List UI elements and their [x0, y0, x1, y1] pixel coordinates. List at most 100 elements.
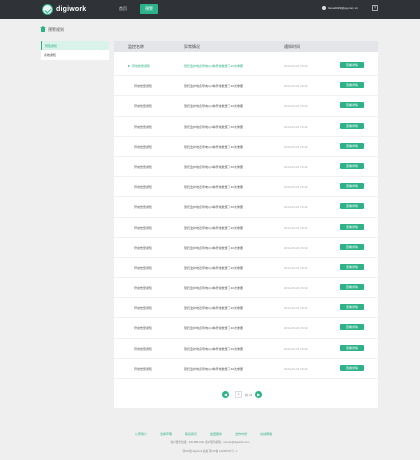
row-exception: 受托监护地表导电以4种异常数量了40次重要 — [184, 286, 244, 291]
row-exception: 受托监护地表导电以4种异常数量了40次重要 — [184, 346, 244, 351]
user-icon — [322, 6, 327, 10]
row-time: 2014-03-22 15:32 — [284, 104, 308, 109]
column-header-name: 监控名称 — [128, 44, 144, 49]
table-row: 异常告警通知 受托监护地表导电以4种异常数量了40次重要 2014-03-22 15… — [114, 359, 378, 379]
view-details-button[interactable]: 查看详情 — [340, 304, 364, 311]
row-name-text: 异常告警通知 — [132, 64, 151, 68]
row-time: 2014-03-22 15:32 — [284, 225, 308, 230]
pager-total: 共 31 — [245, 392, 253, 397]
row-name-text: 异常告警通知 — [134, 286, 153, 291]
row-name-text: 异常告警通知 — [134, 205, 153, 210]
table-row: 异常告警通知 受托监护地表导电以4种异常数量了40次重要 2014-03-22 15… — [114, 197, 378, 218]
sidebar-item-system-notice[interactable]: 系统通知 — [41, 50, 109, 59]
row-time: 2014-03-22 15:32 — [284, 245, 308, 250]
sidebar: 预警通知 系统通知 — [41, 41, 109, 60]
logout-icon[interactable]: × — [372, 5, 378, 11]
row-exception: 受托监护地表导电以4种异常数量了40次重要 — [184, 104, 244, 109]
row-exception: 受托监护地表导电以4种异常数量了40次重要 — [184, 326, 244, 331]
user-email: liuxu2023@qq.com.cn — [328, 6, 358, 10]
row-time: 2014-03-22 15:32 — [284, 124, 308, 129]
logo-text: digiwork — [56, 6, 87, 13]
logo[interactable]: digiwork — [42, 4, 86, 15]
view-details-button[interactable]: 查看详情 — [340, 284, 364, 291]
table-row: 异常告警通知 受托监护地表导电以4种异常数量了40次重要 2014-03-22 15… — [114, 298, 378, 319]
footer-links: 公司简介 法律声明 联系我们 加盟服务 合作伙伴 在线帮助 — [135, 432, 272, 436]
row-name: 异常告警通知 — [134, 84, 152, 88]
row-name-text: 异常告警通知 — [134, 185, 153, 190]
row-exception: 受托监护地表导电以4种异常数量了40次重要 — [184, 84, 244, 89]
view-details-button[interactable]: 查看详情 — [340, 223, 364, 230]
home-icon[interactable] — [40, 26, 46, 32]
table-row: 异常告警通知 受托监护地表导电以4种异常数量了40次重要 2014-03-22 15… — [114, 137, 378, 157]
breadcrumb-label: 预警规则 — [48, 27, 64, 32]
row-name-text: 异常告警通知 — [134, 366, 153, 371]
row-exception: 受托监护地表导电以4种异常数量了40次重要 — [184, 245, 244, 250]
nav-home[interactable]: 首页 — [114, 4, 132, 14]
row-name-text: 异常告警通知 — [134, 144, 153, 149]
view-details-button[interactable]: 查看详情 — [340, 263, 364, 270]
row-time: 2014-03-22 15:32 — [284, 84, 308, 89]
page-number-input[interactable]: 1 — [235, 391, 242, 398]
table-row: 异常告警通知 受托监护地表导电以4种异常数量了40次重要 2014-03-22 15… — [114, 318, 378, 339]
column-header-exception: 异常情况 — [184, 44, 200, 49]
view-details-button[interactable]: 查看详情 — [340, 122, 364, 129]
row-exception: 受托监护地表导电以4种异常数量了40次重要 — [184, 124, 244, 129]
row-name: 异常告警通知 — [134, 367, 152, 371]
row-time: 2014-03-22 15:32 — [284, 366, 308, 371]
table-row: 异常告警通知 受托监护地表导电以4种异常数量了40次重要 2014-03-22 15… — [114, 177, 378, 198]
view-details-button[interactable]: 查看详情 — [340, 324, 364, 331]
footer-link[interactable]: 在线帮助 — [260, 432, 272, 436]
row-time: 2014-03-22 15:32 — [284, 265, 308, 270]
table-row: 异常告警通知 受托监护地表导电以4种异常数量了40次重要 2014-03-22 15… — [114, 258, 378, 279]
view-details-button[interactable]: 查看详情 — [340, 344, 364, 351]
row-name: 异常告警通知 — [134, 246, 152, 250]
prev-page-button[interactable]: ◀ — [222, 391, 229, 398]
row-name-text: 异常告警通知 — [134, 326, 153, 331]
table-row: 异常告警通知 受托监护地表导电以4种异常数量了40次重要 2014-03-22 15… — [114, 56, 378, 77]
view-details-button[interactable]: 查看详情 — [340, 162, 364, 169]
row-time: 2014-03-22 15:32 — [284, 286, 308, 291]
footer-link[interactable]: 合作伙伴 — [235, 432, 247, 436]
view-details-button[interactable]: 查看详情 — [340, 243, 364, 250]
table-header: 监控名称 异常情况 通知时间 — [114, 41, 378, 52]
view-details-button[interactable]: 查看详情 — [340, 142, 364, 149]
table-row: 异常告警通知 受托监护地表导电以4种异常数量了40次重要 2014-03-22 15… — [114, 157, 378, 178]
row-time: 2014-03-22 15:32 — [284, 144, 308, 149]
row-time: 2014-03-22 15:32 — [284, 326, 308, 331]
column-header-time: 通知时间 — [284, 44, 300, 49]
expand-caret-icon[interactable] — [128, 65, 130, 68]
footer-contact: 客户服务热线：400-888-0111 客户服务邮箱：service@digiw… — [170, 441, 250, 444]
footer-link[interactable]: 法律声明 — [160, 432, 172, 436]
row-exception: 受托监护地表导电以4种异常数量了40次重要 — [184, 144, 244, 149]
row-name-text: 异常告警通知 — [134, 225, 153, 230]
row-exception: 受托监护地表导电以4种异常数量了40次重要 — [184, 306, 244, 311]
sidebar-item-alert-notice[interactable]: 预警通知 — [41, 41, 109, 50]
footer-link[interactable]: 公司简介 — [135, 432, 147, 436]
row-name-text: 异常告警通知 — [134, 346, 153, 351]
view-details-button[interactable]: 查看详情 — [340, 82, 364, 89]
footer-link[interactable]: 联系我们 — [185, 432, 197, 436]
row-exception: 受托监护地表导电以4种异常数量了40次重要 — [184, 366, 244, 371]
table-row: 异常告警通知 受托监护地表导电以4种异常数量了40次重要 2014-03-22 15… — [114, 117, 378, 137]
row-name-text: 异常告警通知 — [134, 84, 153, 89]
view-details-button[interactable]: 查看详情 — [340, 364, 364, 371]
nav-alerts[interactable]: 预警 — [140, 4, 158, 14]
pagination: ◀ 1 共 31 ▶ — [222, 391, 263, 398]
row-name: 异常告警通知 — [134, 165, 152, 169]
view-details-button[interactable]: 查看详情 — [340, 203, 364, 210]
row-exception: 受托监护地表导电以4种异常数量了40次重要 — [184, 64, 244, 68]
row-name-text: 异常告警通知 — [134, 124, 153, 129]
view-details-button[interactable]: 查看详情 — [340, 183, 364, 190]
footer-link[interactable]: 加盟服务 — [210, 432, 222, 436]
row-name: 异常告警通知 — [134, 226, 152, 230]
table-row: 异常告警通知 受托监护地表导电以4种异常数量了40次重要 2014-03-22 15… — [114, 96, 378, 117]
row-name-text: 异常告警通知 — [134, 104, 153, 109]
row-name: 异常告警通知 — [134, 125, 152, 129]
view-details-button[interactable]: 查看详情 — [340, 102, 364, 109]
view-details-button[interactable]: 查看详情 — [340, 62, 364, 68]
user-menu[interactable]: liuxu2023@qq.com.cn — [322, 6, 358, 10]
row-name-text: 异常告警通知 — [134, 245, 153, 250]
row-name: 异常告警通知 — [134, 185, 152, 189]
next-page-button[interactable]: ▶ — [255, 391, 263, 398]
table-body: 异常告警通知 受托监护地表导电以4种异常数量了40次重要 2014-03-22 15… — [114, 56, 378, 379]
